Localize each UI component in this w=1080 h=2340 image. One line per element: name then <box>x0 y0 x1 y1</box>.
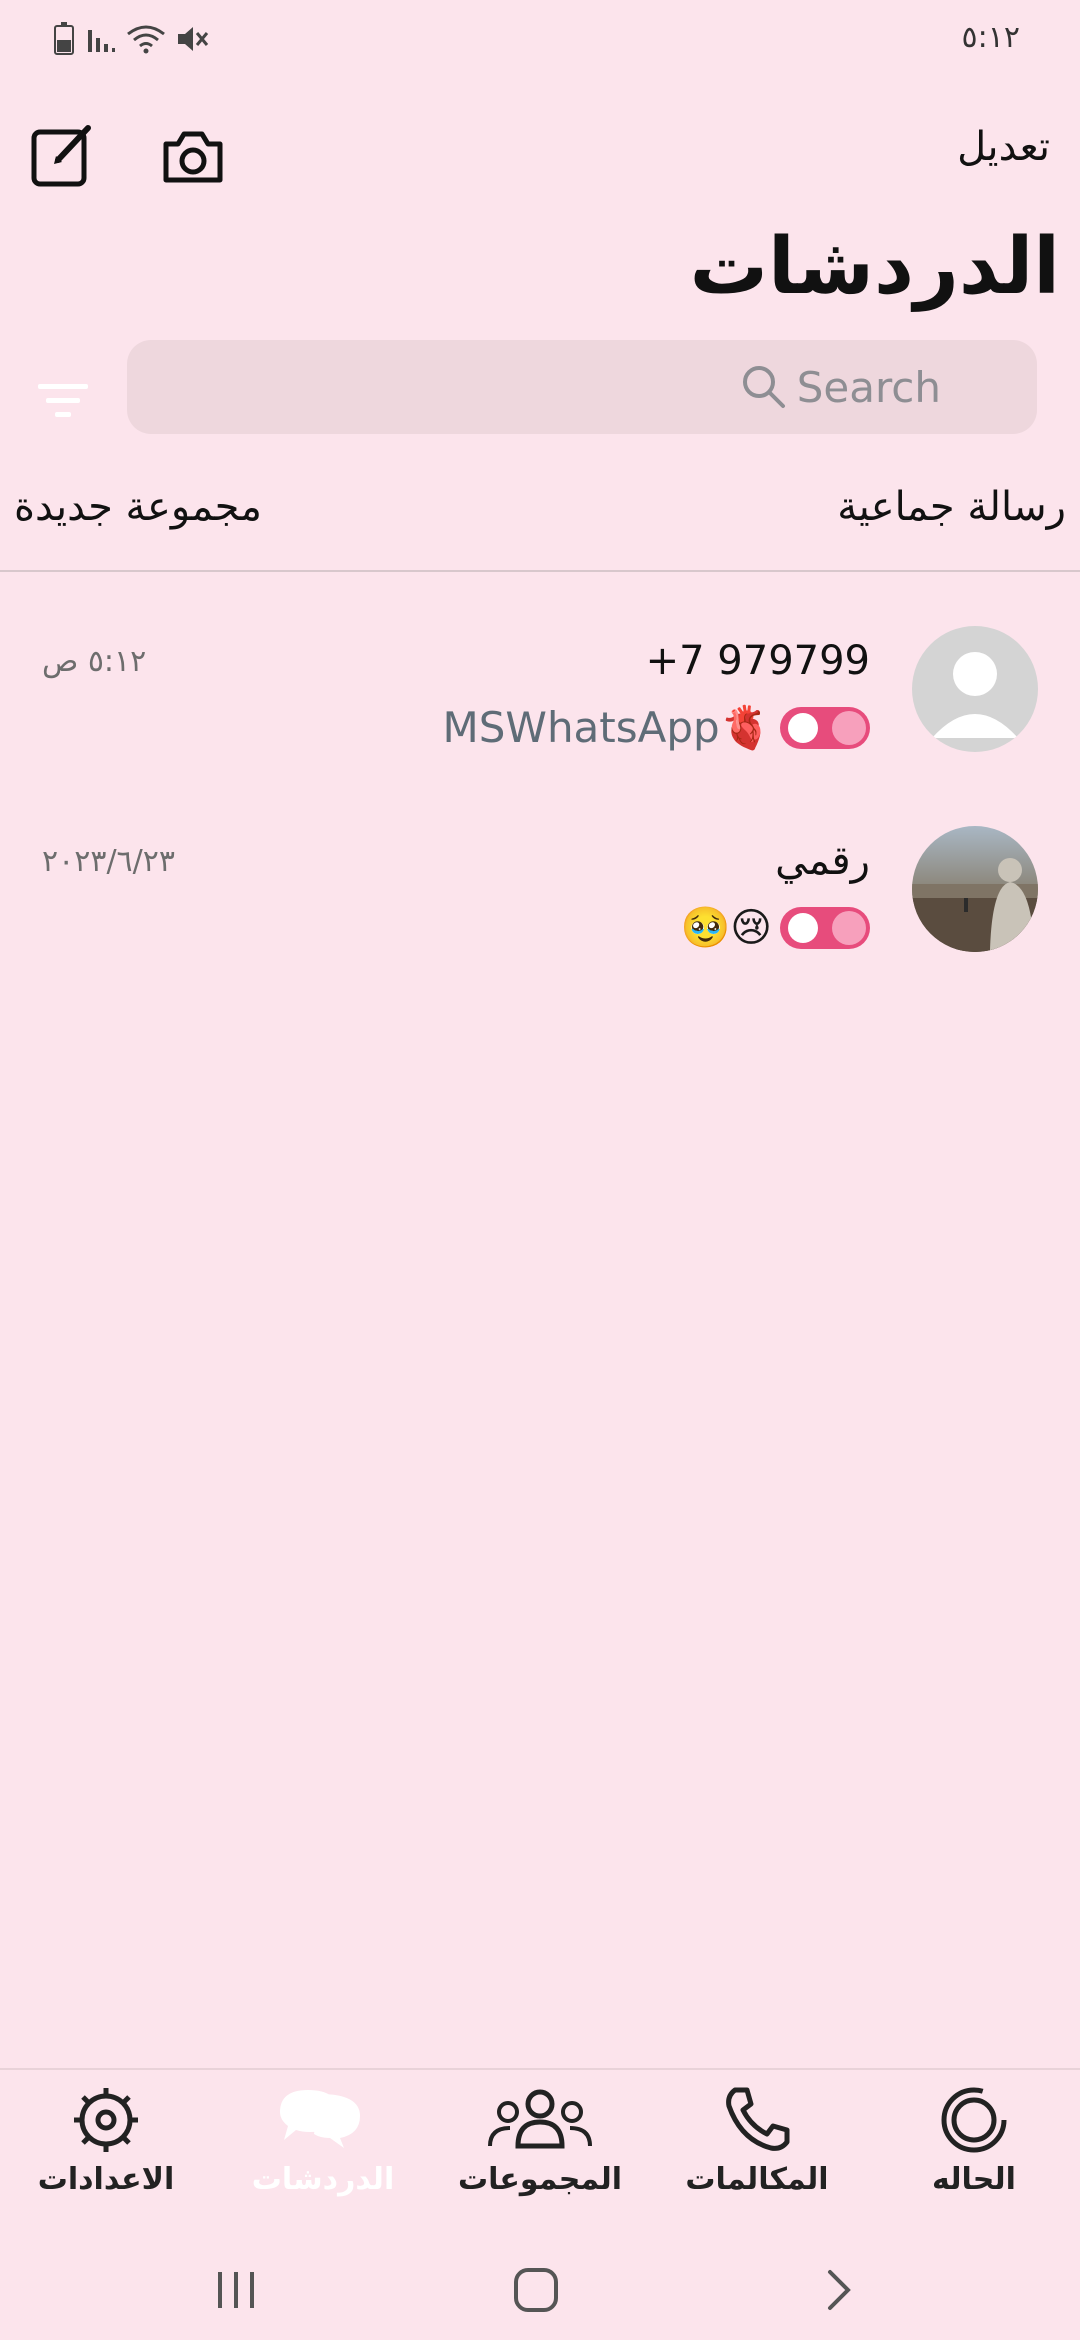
page-title: الدردشات <box>689 222 1060 312</box>
bottom-nav: الاعدادات الدردشات المجموعات المكالمات ا… <box>0 2068 1080 2238</box>
wifi-icon <box>127 25 165 54</box>
search-placeholder: Search <box>796 362 941 412</box>
chat-name: +7 979799 <box>645 638 870 684</box>
smile-icon <box>832 911 866 945</box>
nav-label: المكالمات <box>685 2162 829 2197</box>
chat-preview-row: 🥹😢 <box>680 898 870 958</box>
nav-status[interactable]: الحاله <box>884 2084 1064 2234</box>
chat-row[interactable]: +7 979799 ٥:١٢ ص MSWhatsApp🫀 <box>0 602 1080 802</box>
person-icon <box>932 652 1018 738</box>
nav-label: الاعدادات <box>37 2162 175 2197</box>
chat-name: رقمي <box>775 838 870 884</box>
filter-icon[interactable] <box>36 380 90 424</box>
nav-label: الدردشات <box>251 2162 395 2197</box>
chat-time: ٢٠٢٣/٦/٢٣ <box>42 844 176 879</box>
groups-icon <box>488 2089 592 2149</box>
status-bar: ٥:١٢ <box>0 0 1080 80</box>
status-icons <box>52 22 210 56</box>
chat-preview: MSWhatsApp🫀 <box>442 703 772 752</box>
mute-icon <box>178 27 209 51</box>
status-time: ٥:١٢ <box>961 20 1020 55</box>
nav-label: المجموعات <box>457 2162 623 2197</box>
recent-apps-icon[interactable] <box>206 2260 266 2320</box>
broadcast-list-button[interactable]: رسالة جماعية <box>837 484 1066 530</box>
heart-icon <box>788 913 818 943</box>
home-icon[interactable] <box>506 2260 566 2320</box>
nav-settings[interactable]: الاعدادات <box>16 2084 196 2234</box>
signal-icon <box>88 30 115 52</box>
search-icon <box>743 366 785 408</box>
chat-preview-row: MSWhatsApp🫀 <box>443 698 870 758</box>
nav-groups[interactable]: المجموعات <box>450 2084 630 2234</box>
default-avatar[interactable] <box>912 626 1038 752</box>
mood-toggle-icon <box>780 907 870 949</box>
chat-row[interactable]: رقمي ٢٠٢٣/٦/٢٣ 🥹😢 <box>0 802 1080 1002</box>
battery-icon <box>54 22 74 55</box>
new-group-button[interactable]: مجموعة جديدة <box>14 484 262 530</box>
camera-icon[interactable] <box>160 126 226 188</box>
photo-avatar[interactable] <box>912 826 1038 952</box>
chat-preview-emojis: 🥹😢 <box>680 905 772 951</box>
person-photo-icon <box>912 858 1038 952</box>
heart-icon <box>788 713 818 743</box>
nav-label: الحاله <box>932 2162 1016 2197</box>
nav-chats[interactable]: الدردشات <box>233 2084 413 2234</box>
smile-icon <box>832 711 866 745</box>
chat-time: ٥:١٢ ص <box>42 644 147 679</box>
mood-toggle-icon <box>780 707 870 749</box>
edit-button[interactable]: تعديل <box>957 124 1050 170</box>
status-icon <box>941 2087 1007 2153</box>
chats-icon <box>280 2090 360 2148</box>
settings-icon <box>74 2088 138 2152</box>
divider <box>0 570 1080 572</box>
compose-icon[interactable] <box>30 122 96 188</box>
system-nav-bar <box>0 2238 1080 2340</box>
nav-calls[interactable]: المكالمات <box>667 2084 847 2234</box>
search-input[interactable]: Search <box>127 340 1037 434</box>
back-icon[interactable] <box>810 2260 870 2320</box>
phone-icon <box>726 2087 790 2151</box>
